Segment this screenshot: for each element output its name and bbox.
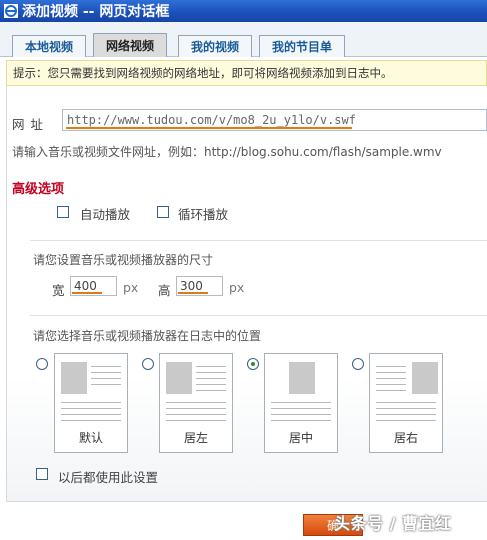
dialog-title: 添加视频 -- 网页对话框 (22, 4, 170, 20)
remember-settings-checkbox[interactable] (36, 468, 48, 480)
text-line (61, 402, 121, 403)
text-line (61, 420, 121, 421)
autoplay-checkbox[interactable] (57, 206, 69, 218)
default-image-placeholder (61, 362, 87, 394)
text-line (376, 414, 436, 415)
text-line (271, 402, 331, 403)
text-line (196, 390, 226, 391)
ie-icon (4, 4, 18, 18)
text-line (61, 408, 121, 409)
width-label: 宽 (52, 283, 65, 298)
height-unit: px (229, 280, 245, 295)
url-value: http://www.tudou.com/v/mo8_2u_y1lo/v.swf (67, 113, 356, 127)
text-line (196, 384, 226, 385)
position-center-label: 居中 (288, 431, 313, 445)
text-line (271, 414, 331, 415)
text-line (271, 420, 331, 421)
position-section-title: 请您选择音乐或视频播放器在日志中的位置 (33, 329, 262, 343)
text-line (376, 408, 436, 409)
divider-1 (30, 240, 487, 241)
position-right-radio[interactable] (352, 358, 364, 370)
text-line (376, 372, 406, 373)
text-line (91, 384, 121, 385)
text-line (166, 420, 226, 421)
text-line (166, 414, 226, 415)
position-left-radio[interactable] (142, 358, 154, 370)
autoplay-label: 自动播放 (80, 207, 131, 222)
position-left-card[interactable]: 居左 (159, 353, 233, 453)
text-line (376, 420, 436, 421)
advanced-options-title: 高级选项 (12, 182, 65, 197)
text-line (166, 408, 226, 409)
width-unit: px (123, 280, 139, 295)
text-line (91, 378, 121, 379)
right-image-placeholder (412, 362, 438, 394)
position-default-card[interactable]: 默认 (54, 353, 128, 453)
dialog-titlebar[interactable]: 添加视频 -- 网页对话框 (0, 0, 487, 22)
text-line (376, 390, 406, 391)
text-line (91, 366, 121, 367)
left-image-placeholder (166, 362, 192, 394)
width-value: 400 (74, 279, 97, 293)
remember-settings-label: 以后都使用此设置 (58, 470, 159, 485)
position-right-label: 居右 (393, 431, 418, 445)
text-line (376, 378, 406, 379)
url-label: 网址 (12, 117, 50, 132)
text-line (376, 402, 436, 403)
text-line (376, 384, 406, 385)
text-line (61, 414, 121, 415)
url-highlight-underline (66, 127, 352, 129)
tab-my-playlist[interactable]: 我的节目单 (259, 35, 345, 57)
position-center-card[interactable]: 居中 (264, 353, 338, 453)
tab-my-videos[interactable]: 我的视频 (178, 35, 252, 57)
text-line (196, 366, 226, 367)
hint-bar: 提示：您只需要找到网络视频的网络地址，即可将网络视频添加到日志中。 (6, 60, 487, 86)
position-default-radio[interactable] (36, 358, 48, 370)
position-left-label: 居左 (183, 431, 208, 445)
text-line (196, 372, 226, 373)
text-line (196, 378, 226, 379)
text-line (91, 372, 121, 373)
url-example-text: 请输入音乐或视频文件网址，例如：http://blog.sohu.com/fla… (12, 145, 442, 159)
watermark-text: 头条号 / 曹宜红 (334, 514, 452, 533)
position-center-radio[interactable] (247, 358, 259, 370)
text-line (376, 366, 406, 367)
hint-text: 提示：您只需要找到网络视频的网络地址，即可将网络视频添加到日志中。 (13, 66, 393, 80)
position-default-label: 默认 (78, 431, 103, 445)
height-highlight-underline (178, 292, 208, 294)
loop-checkbox[interactable] (157, 206, 169, 218)
position-right-card[interactable]: 居右 (369, 353, 443, 453)
size-section-title: 请您设置音乐或视频播放器的尺寸 (33, 253, 214, 267)
tab-bar: 本地视频 网络视频 我的视频 我的节目单 (0, 22, 487, 57)
width-highlight-underline (72, 292, 102, 294)
center-image-placeholder (289, 362, 315, 394)
height-value: 300 (180, 279, 203, 293)
height-label: 高 (158, 283, 171, 298)
tab-local-video[interactable]: 本地视频 (12, 35, 86, 57)
tab-network-video[interactable]: 网络视频 (93, 33, 167, 57)
text-line (166, 402, 226, 403)
divider-2 (30, 315, 487, 316)
loop-label: 循环播放 (178, 207, 229, 222)
text-line (271, 408, 331, 409)
